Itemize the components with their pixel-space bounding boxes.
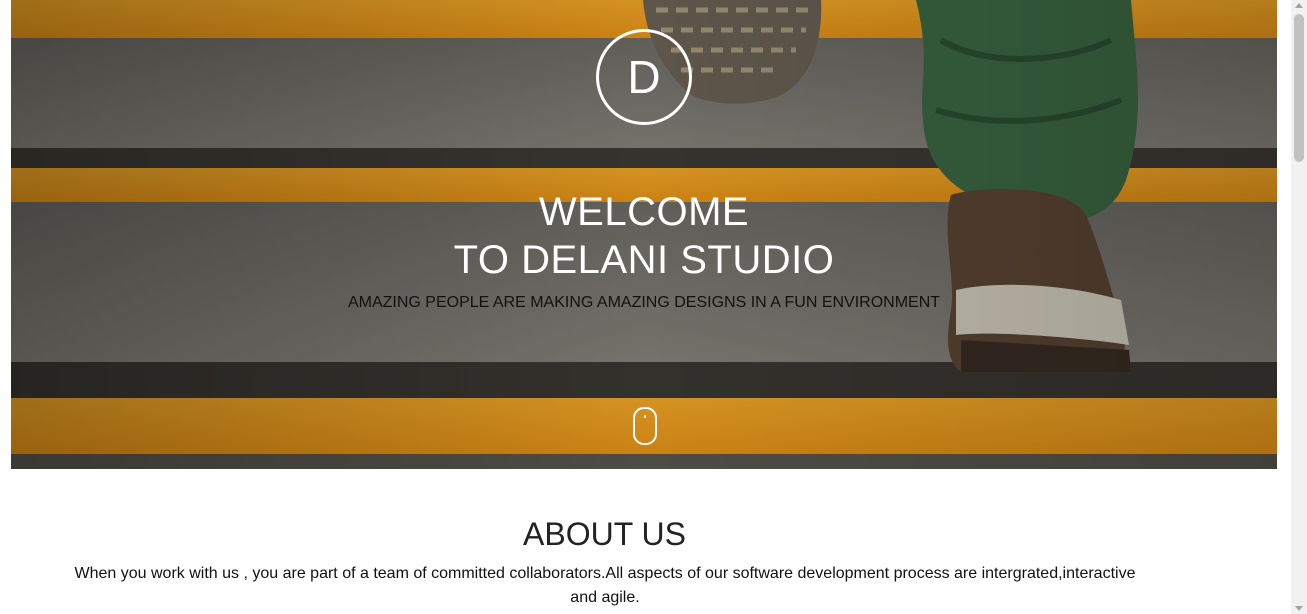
about-title: ABOUT US bbox=[523, 516, 686, 552]
page: D WELCOME TO DELANI STUDIO AMAZING PEOPL… bbox=[0, 0, 1307, 614]
hero-tagline: AMAZING PEOPLE ARE MAKING AMAZING DESIGN… bbox=[347, 294, 941, 311]
scroll-down-arrow-icon[interactable] bbox=[1295, 606, 1303, 611]
hero-heading-line2: TO DELANI STUDIO bbox=[453, 238, 835, 282]
scroll-up-arrow-icon[interactable] bbox=[1295, 3, 1303, 8]
mouse-wheel bbox=[644, 415, 646, 418]
mouse-scroll-icon[interactable] bbox=[633, 407, 657, 445]
page-scrollbar[interactable] bbox=[1291, 0, 1307, 614]
hero-heading-line1: WELCOME bbox=[538, 190, 750, 234]
logo-circle[interactable]: D bbox=[596, 29, 692, 125]
scrollbar-thumb[interactable] bbox=[1294, 14, 1304, 162]
logo-letter: D bbox=[627, 51, 661, 103]
hero-section: D WELCOME TO DELANI STUDIO AMAZING PEOPL… bbox=[11, 0, 1277, 469]
about-text: When you work with us , you are part of … bbox=[74, 565, 1136, 606]
